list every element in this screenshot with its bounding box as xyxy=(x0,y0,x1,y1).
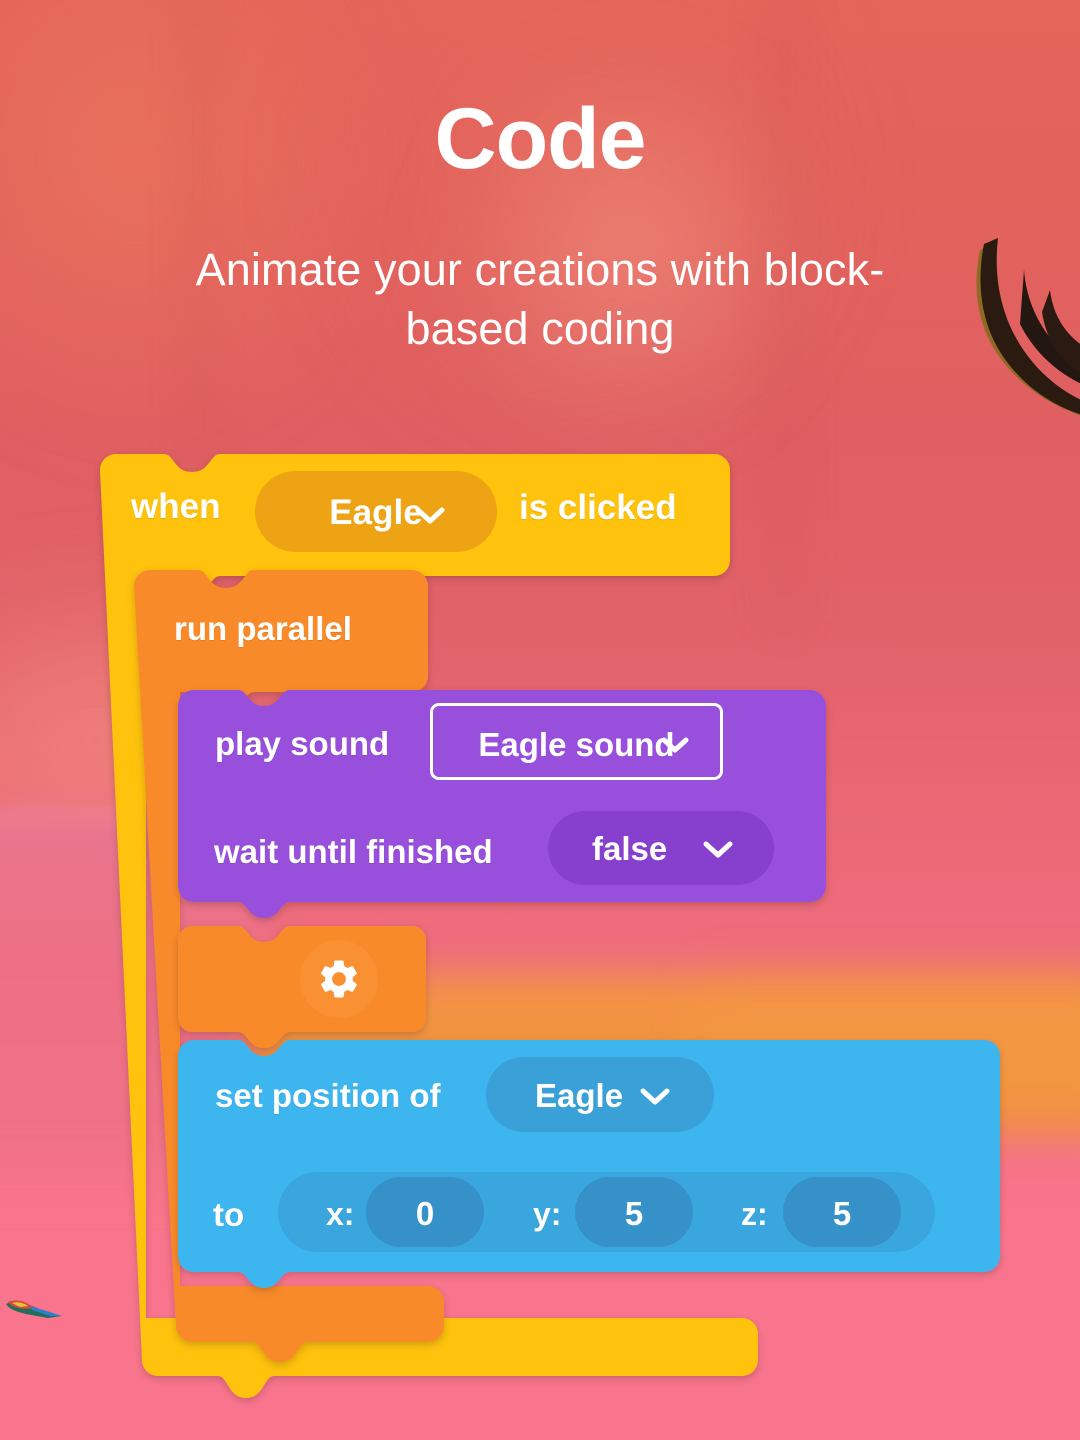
play-sound-label: play sound xyxy=(215,725,390,762)
position-target-value: Eagle xyxy=(535,1077,624,1114)
wait-until-finished-value: false xyxy=(592,830,668,867)
coordinate-y-key: y: xyxy=(533,1196,562,1232)
chevron-down-icon xyxy=(415,507,445,524)
hat-block-suffix-label: is clicked xyxy=(519,488,677,527)
settings-gear-button[interactable] xyxy=(300,940,378,1018)
sound-select-text: Eagle sound xyxy=(478,726,675,763)
coordinate-group: x: 0 y: 5 z: 5 xyxy=(278,1172,935,1252)
hat-block-prefix-label: when xyxy=(131,487,221,526)
position-to-label: to xyxy=(213,1196,245,1233)
block-script: when Eagle is clicked run parallel play … xyxy=(0,0,1080,1440)
hat-block-target-dropdown[interactable]: Eagle xyxy=(255,471,497,552)
wait-until-finished-label: wait until finished xyxy=(214,833,493,870)
coordinate-y-value: 5 xyxy=(624,1195,644,1232)
set-position-label: set position of xyxy=(215,1077,441,1114)
wait-until-finished-dropdown[interactable]: false xyxy=(548,811,774,885)
gear-icon xyxy=(320,960,357,998)
coordinate-x-value: 0 xyxy=(415,1195,435,1232)
hat-block-target-value: Eagle xyxy=(329,493,423,532)
chevron-down-icon xyxy=(661,737,689,753)
parallel-block-label: run parallel xyxy=(174,610,352,647)
coordinate-x-key: x: xyxy=(326,1196,355,1232)
chevron-down-icon xyxy=(640,1088,670,1105)
coordinate-x-input[interactable]: 0 xyxy=(366,1177,484,1247)
coordinate-z-value: 5 xyxy=(832,1195,852,1232)
position-target-dropdown[interactable]: Eagle xyxy=(486,1057,714,1132)
sound-select-dropdown[interactable]: Eagle sound xyxy=(430,703,723,780)
coordinate-z-key: z: xyxy=(741,1196,768,1232)
chevron-down-icon xyxy=(703,841,733,858)
coordinate-z-input[interactable]: 5 xyxy=(783,1177,901,1247)
coordinate-y-input[interactable]: 5 xyxy=(575,1177,693,1247)
